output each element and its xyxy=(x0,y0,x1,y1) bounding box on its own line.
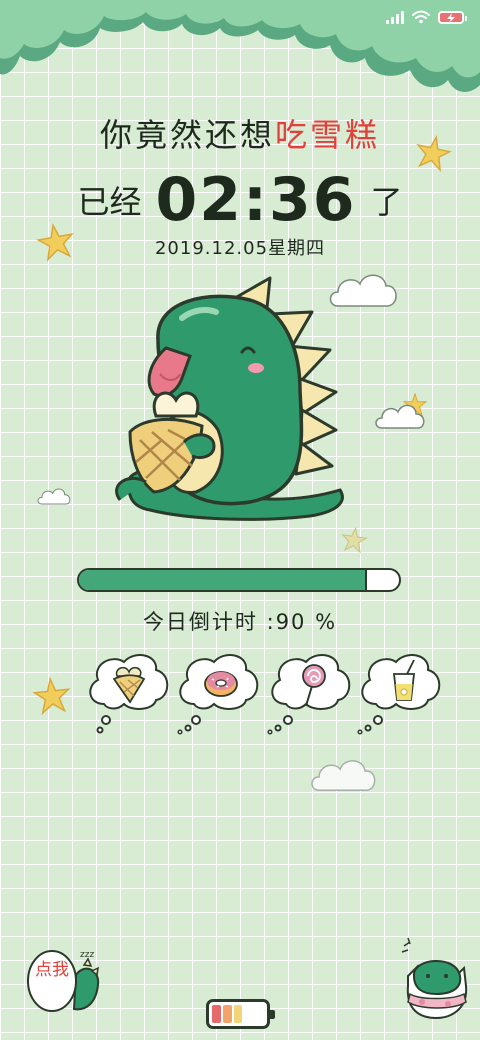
countdown-progress-bar xyxy=(77,568,401,592)
time-suffix: 了 xyxy=(370,183,403,221)
thought-bubble-lollipop xyxy=(267,654,351,735)
thought-bubble-juice xyxy=(357,654,441,735)
hatching-dino-icon[interactable] xyxy=(400,936,472,1020)
status-bar xyxy=(386,10,467,24)
battery-segment xyxy=(255,1005,264,1023)
star-icon xyxy=(341,526,368,554)
clock: 02:36 xyxy=(155,165,357,235)
wifi-icon xyxy=(412,10,430,24)
thought-bubble-donut xyxy=(177,654,259,735)
battery-level-icon xyxy=(206,999,275,1029)
star-icon xyxy=(416,134,452,172)
thought-bubble-ice-cream xyxy=(89,654,169,734)
sleeping-dino-icon: zzz xyxy=(27,950,100,1012)
cloud-icon xyxy=(311,760,376,791)
signal-bars-icon xyxy=(386,10,404,24)
battery-charging-icon xyxy=(438,10,467,24)
battery-segment xyxy=(233,1005,243,1023)
time-prefix: 已经 xyxy=(77,183,142,221)
cloud-icon xyxy=(37,488,71,505)
tap-me-label: 点我 xyxy=(35,960,69,980)
battery-segment xyxy=(244,1005,254,1023)
headline-prefix: 你竟然还想 xyxy=(99,116,275,154)
dinosaur-eating-ice-cream-illustration xyxy=(115,276,344,521)
donut-icon xyxy=(204,671,238,697)
tap-me-widget[interactable]: zzz 点我 xyxy=(24,945,104,1017)
progress-fill xyxy=(79,570,367,590)
svg-text:zzz: zzz xyxy=(80,950,94,960)
battery-segment xyxy=(212,1005,221,1023)
cloud-icon xyxy=(375,404,425,429)
star-icon xyxy=(32,676,71,716)
countdown-label: 今日倒计时 :90 % xyxy=(142,610,338,634)
headline: 你竟然还想吃雪糕 xyxy=(0,110,480,156)
headline-accent: 吃雪糕 xyxy=(275,116,381,154)
star-icon xyxy=(36,222,74,262)
battery-segment xyxy=(222,1005,232,1023)
